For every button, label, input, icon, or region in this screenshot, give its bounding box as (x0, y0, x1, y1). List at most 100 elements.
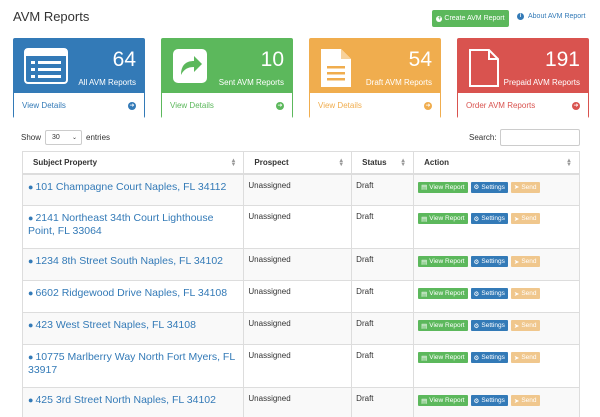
gear-icon: ⚙ (473, 258, 480, 266)
arrow-circle-right-icon: ➜ (128, 101, 136, 110)
card-sent-reports-view-details[interactable]: View Details ➜ (162, 93, 292, 118)
file-icon: ▤ (421, 397, 428, 405)
settings-label: Settings (481, 215, 505, 222)
view-report-button[interactable]: ▤ View Report (418, 181, 468, 193)
view-report-label: View Report (429, 183, 465, 191)
sort-icon: ▲ ▼ (230, 158, 237, 168)
send-button[interactable]: ➤ Send (510, 256, 540, 267)
page-size-select[interactable]: 30 ⌄ (45, 130, 83, 145)
column-header-status[interactable]: Status ▲ ▼ (351, 151, 415, 175)
search-input[interactable] (499, 129, 580, 146)
property-address-link[interactable]: 1234 8th Street South Naples, FL 34102 (35, 255, 223, 267)
send-button[interactable]: ➤ Send (510, 181, 540, 193)
status-cell: Draft (351, 344, 415, 388)
send-button[interactable]: ➤ Send (510, 395, 540, 406)
card-draft-reports-label: Draft AVM Reports (365, 78, 432, 87)
view-report-label: View Report (429, 290, 465, 297)
file-icon: ▤ (421, 354, 428, 362)
property-address-link[interactable]: 423 West Street Naples, FL 34108 (35, 319, 196, 331)
column-header-label: Action (424, 157, 449, 167)
paper-plane-icon: ➤ (513, 258, 520, 266)
page-size-value: 30 (52, 134, 60, 141)
view-details-label: View Details (318, 101, 362, 110)
create-avm-report-label: Create AVM Report (444, 15, 505, 22)
status-cell: Draft (351, 173, 415, 206)
map-marker-icon: ● (28, 181, 34, 192)
send-button[interactable]: ➤ Send (510, 320, 540, 331)
property-address-link[interactable]: 2141 Northeast 34th Court Lighthouse Poi… (28, 212, 213, 237)
card-draft-reports-view-details[interactable]: View Details ➜ (310, 93, 440, 118)
card-all-reports-header: 64 All AVM Reports (14, 39, 144, 93)
about-avm-report-label: About AVM Report (528, 13, 586, 20)
entries-label: entries (86, 133, 111, 142)
prospect-cell: Unassigned (243, 312, 353, 345)
status-cell: Draft (351, 387, 415, 417)
info-icon: i (517, 13, 524, 20)
settings-button[interactable]: ⚙ Settings (470, 352, 508, 363)
card-prepaid-reports-header: 191 Prepaid AVM Reports (458, 39, 588, 93)
status-cell: Draft (351, 248, 415, 281)
prospect-cell: Unassigned (243, 280, 353, 313)
create-avm-report-button[interactable]: + Create AVM Report (432, 10, 509, 27)
view-report-button[interactable]: ▤ View Report (418, 352, 468, 363)
file-icon: ▤ (421, 215, 428, 223)
chevron-down-icon: ⌄ (71, 135, 78, 141)
gear-icon: ⚙ (473, 290, 480, 298)
send-button[interactable]: ➤ Send (510, 352, 540, 363)
view-report-button[interactable]: ▤ View Report (418, 395, 468, 406)
settings-button[interactable]: ⚙ Settings (470, 181, 508, 193)
column-header-prospect[interactable]: Prospect ▲ ▼ (243, 151, 353, 175)
card-prepaid-order-reports[interactable]: Order AVM Reports ➜ (458, 93, 588, 118)
table-row: ● 1234 8th Street South Naples, FL 34102 … (21, 248, 580, 281)
settings-button[interactable]: ⚙ Settings (470, 395, 508, 406)
settings-button[interactable]: ⚙ Settings (470, 320, 508, 331)
card-all-reports-label: All AVM Reports (78, 78, 136, 87)
card-all-reports-view-details[interactable]: View Details ➜ (14, 93, 144, 118)
table-row: ● 425 3rd Street North Naples, FL 34102 U… (21, 387, 580, 417)
table-row: ● 10775 Marlberry Way North Fort Myers, F… (21, 344, 580, 388)
send-button[interactable]: ➤ Send (510, 213, 540, 224)
settings-label: Settings (481, 322, 505, 329)
card-prepaid-reports-label: Prepaid AVM Reports (503, 78, 580, 87)
prospect-cell: Unassigned (243, 344, 353, 388)
card-prepaid-reports: 191 Prepaid AVM Reports Order AVM Report… (457, 38, 589, 118)
settings-button[interactable]: ⚙ Settings (470, 288, 508, 299)
settings-button[interactable]: ⚙ Settings (470, 213, 508, 224)
column-header-label: Prospect (254, 157, 289, 167)
property-address-link[interactable]: 425 3rd Street North Naples, FL 34102 (35, 394, 216, 406)
paper-plane-icon: ➤ (513, 354, 520, 362)
map-marker-icon: ● (28, 320, 34, 330)
view-report-label: View Report (429, 354, 465, 361)
column-header-label: Subject Property (33, 157, 98, 167)
column-header-action[interactable]: Action ▲ ▼ (413, 151, 580, 175)
about-avm-report-link[interactable]: i About AVM Report (517, 13, 585, 20)
table-header-row: Subject Property ▲ ▼ Prospect ▲ ▼ Status ▲ ▼ A… (21, 151, 580, 175)
view-report-button[interactable]: ▤ View Report (418, 320, 468, 331)
card-draft-reports: 54 Draft AVM Reports View Details ➜ (309, 38, 441, 118)
column-header-subject-property[interactable]: Subject Property ▲ ▼ (21, 151, 245, 175)
view-details-label: View Details (170, 101, 214, 110)
arrow-circle-right-icon: ➜ (276, 101, 284, 110)
settings-button[interactable]: ⚙ Settings (470, 256, 508, 267)
settings-label: Settings (481, 258, 505, 265)
map-marker-icon: ● (28, 213, 34, 223)
gear-icon: ⚙ (473, 322, 480, 330)
list-icon (24, 48, 68, 89)
card-sent-reports-label: Sent AVM Reports (218, 78, 284, 87)
send-label: Send (521, 183, 537, 191)
file-icon: ▤ (421, 290, 428, 298)
view-report-button[interactable]: ▤ View Report (418, 213, 468, 224)
table-row: ● 101 Champagne Court Naples, FL 34112 Un… (21, 173, 580, 206)
send-button[interactable]: ➤ Send (510, 288, 540, 299)
property-address-link[interactable]: 101 Champagne Court Naples, FL 34112 (35, 181, 226, 193)
view-report-button[interactable]: ▤ View Report (418, 256, 468, 267)
card-draft-reports-header: 54 Draft AVM Reports (310, 39, 440, 93)
table-row: ● 2141 Northeast 34th Court Lighthouse Po… (21, 205, 580, 249)
paper-plane-icon: ➤ (513, 215, 520, 223)
property-address-link[interactable]: 10775 Marlberry Way North Fort Myers, FL… (28, 351, 235, 376)
prospect-cell: Unassigned (243, 387, 353, 417)
view-report-button[interactable]: ▤ View Report (418, 288, 468, 299)
file-icon: ▤ (421, 184, 428, 191)
status-cell: Draft (351, 312, 415, 345)
property-address-link[interactable]: 6602 Ridgewood Drive Naples, FL 34108 (35, 287, 227, 299)
